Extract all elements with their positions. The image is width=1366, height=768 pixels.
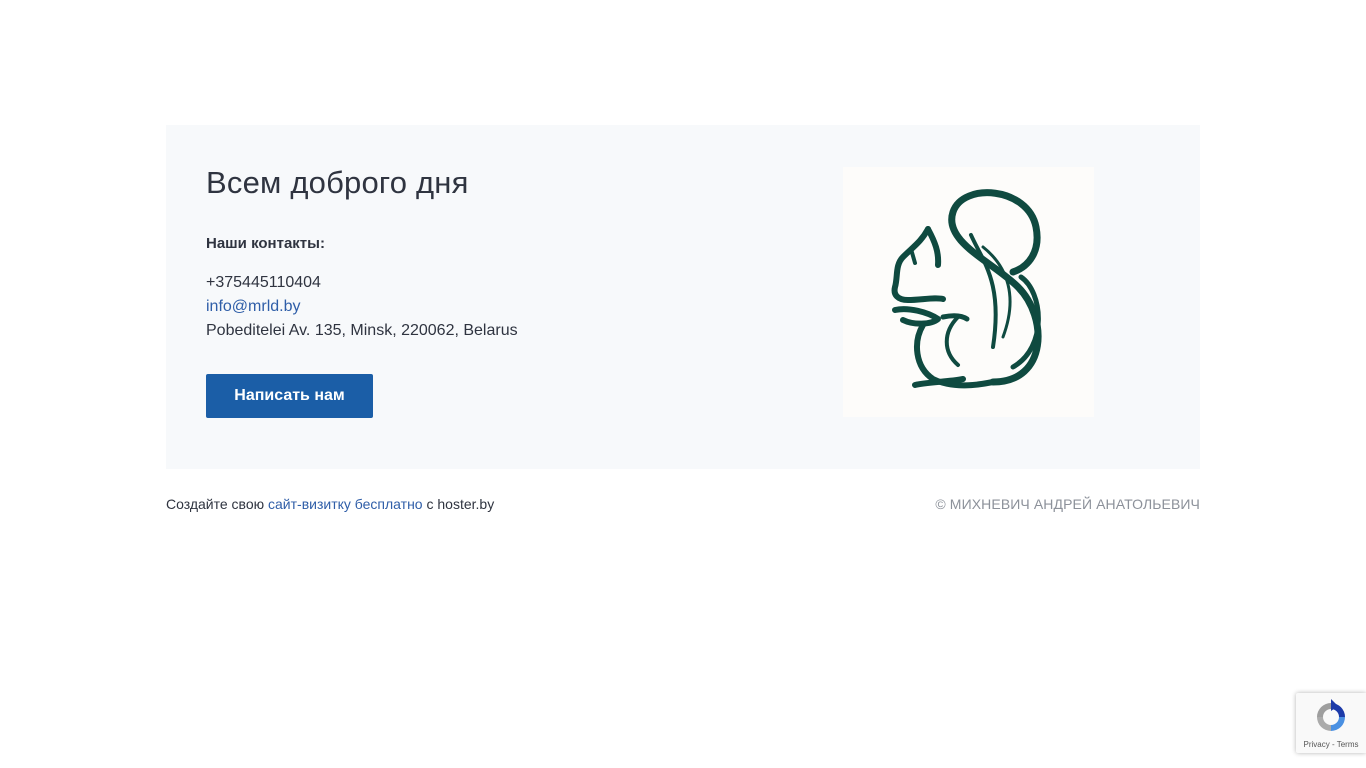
contact-card: Всем доброго дня Наши контакты: +3754451…: [166, 125, 1200, 469]
page-title: Всем доброго дня: [206, 165, 469, 200]
recaptcha-badge[interactable]: Privacy - Terms: [1296, 693, 1366, 753]
contact-email-link[interactable]: info@mrld.by: [206, 295, 301, 319]
footer-prefix: Создайте свою: [166, 496, 265, 512]
recaptcha-terms-link[interactable]: Terms: [1337, 740, 1359, 749]
footer-copyright: © МИХНЕВИЧ АНДРЕЙ АНАТОЛЬЕВИЧ: [935, 496, 1200, 512]
page: Всем доброго дня Наши контакты: +3754451…: [0, 0, 1366, 768]
recaptcha-privacy-link[interactable]: Privacy: [1304, 740, 1330, 749]
logo-container: [843, 167, 1094, 417]
contact-address: Pobeditelei Av. 135, Minsk, 220062, Bela…: [206, 322, 518, 339]
footer-promo: Создайте свою сайт-визитку бесплатно с h…: [166, 496, 494, 512]
footer-suffix: с hoster.by: [426, 496, 495, 512]
recaptcha-icon: [1317, 699, 1345, 731]
recaptcha-separator: -: [1331, 740, 1335, 749]
squirrel-logo-icon: [891, 189, 1042, 389]
contacts-label: Наши контакты:: [206, 235, 325, 252]
footer-promo-link[interactable]: сайт-визитку бесплатно: [268, 496, 423, 512]
contact-phone[interactable]: +375445110404: [206, 271, 321, 295]
write-us-button[interactable]: Написать нам: [206, 374, 373, 418]
recaptcha-links: Privacy - Terms: [1296, 740, 1366, 749]
